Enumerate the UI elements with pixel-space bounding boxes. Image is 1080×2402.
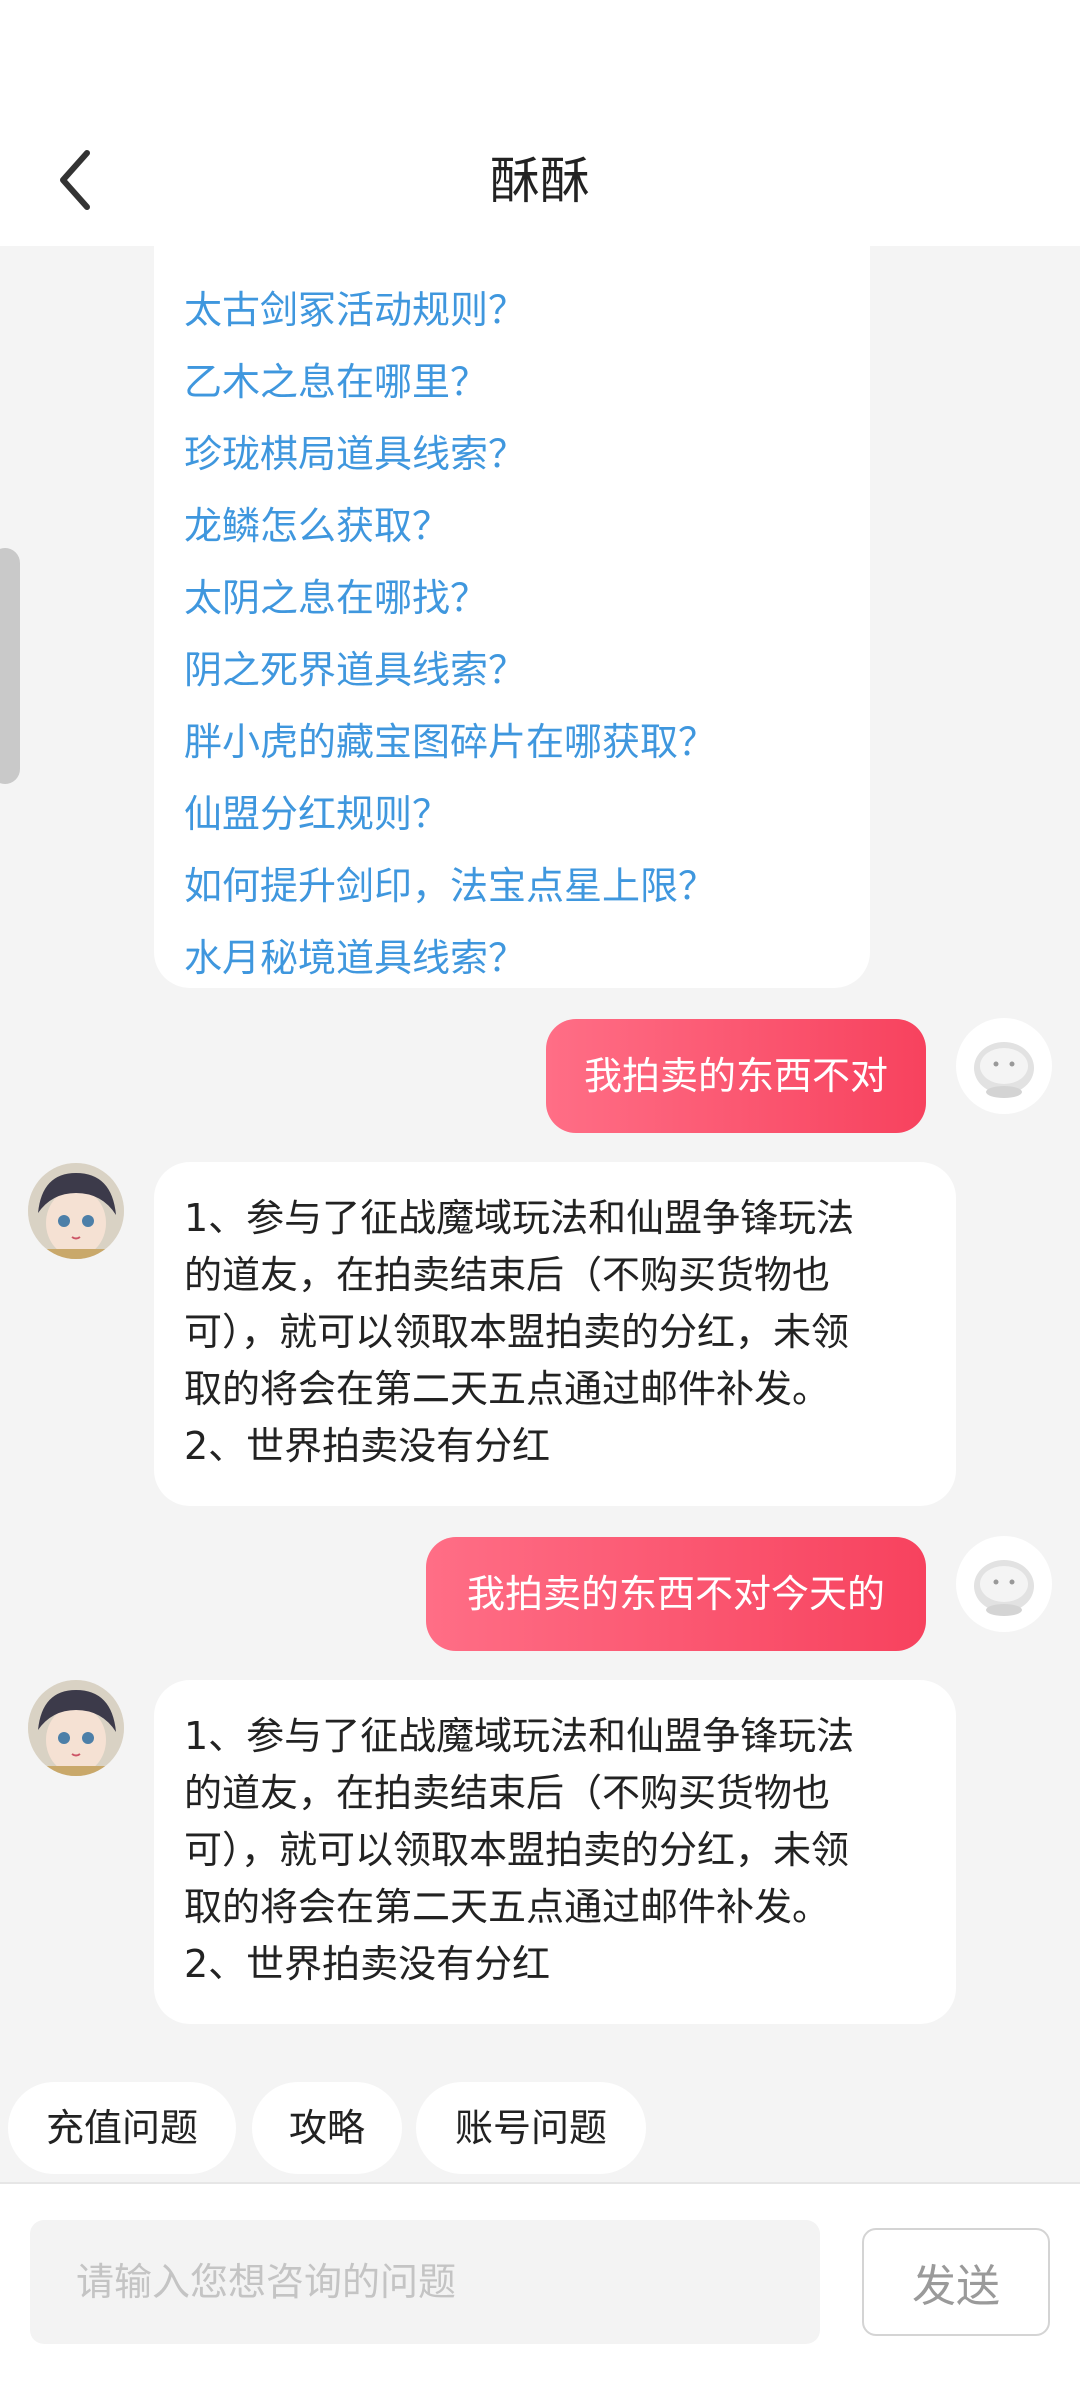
- scroll-indicator[interactable]: [0, 548, 20, 784]
- quick-reply-guide[interactable]: 攻略: [252, 2082, 402, 2174]
- suggested-question-link[interactable]: 阴之死界道具线索？: [184, 642, 526, 698]
- page-title: 酥酥: [490, 152, 590, 210]
- user-message-bubble: 我拍卖的东西不对: [546, 1019, 926, 1133]
- suggested-question-link[interactable]: 珍珑棋局道具线索？: [184, 426, 526, 482]
- bot-message-line: 取的将会在第二天五点通过邮件补发。: [184, 1367, 831, 1411]
- robot-avatar-icon: [974, 1042, 1034, 1098]
- suggested-question-link[interactable]: 龙鳞怎么获取？: [184, 498, 450, 554]
- character-avatar-icon: [28, 1680, 124, 1776]
- bot-message-line: 的道友，在拍卖结束后（不购买货物也: [184, 1771, 831, 1815]
- quick-reply-recharge[interactable]: 充值问题: [8, 2082, 236, 2174]
- bot-message-line: 取的将会在第二天五点通过邮件补发。: [184, 1885, 831, 1929]
- user-avatar[interactable]: [956, 1018, 1052, 1114]
- quick-reply-account[interactable]: 账号问题: [416, 2082, 646, 2174]
- suggested-question-link[interactable]: 如何提升剑印，法宝点星上限？: [184, 858, 716, 914]
- bot-message-line: 2、世界拍卖没有分红: [184, 1942, 551, 1986]
- bot-avatar[interactable]: [28, 1163, 124, 1259]
- suggested-question-link[interactable]: 胖小虎的藏宝图碎片在哪获取？: [184, 714, 716, 770]
- suggested-question-link[interactable]: 乙木之息在哪里？: [184, 354, 488, 410]
- suggested-questions-bubble: 太古剑冢活动规则？ 乙木之息在哪里？ 珍珑棋局道具线索？ 龙鳞怎么获取？ 太阴之…: [154, 246, 870, 988]
- chat-area[interactable]: 太古剑冢活动规则？ 乙木之息在哪里？ 珍珑棋局道具线索？ 龙鳞怎么获取？ 太阴之…: [0, 246, 1080, 2182]
- robot-avatar-icon: [974, 1560, 1034, 1616]
- input-bar: 发送: [0, 2182, 1080, 2402]
- bot-avatar[interactable]: [28, 1680, 124, 1776]
- suggested-question-link[interactable]: 太古剑冢活动规则？: [184, 282, 526, 338]
- bot-message-line: 的道友，在拍卖结束后（不购买货物也: [184, 1253, 831, 1297]
- bot-message-line: 可），就可以领取本盟拍卖的分红，未领: [184, 1310, 850, 1354]
- character-avatar-icon: [28, 1163, 124, 1259]
- bot-message-line: 可），就可以领取本盟拍卖的分红，未领: [184, 1828, 850, 1872]
- bot-message-line: 1、参与了征战魔域玩法和仙盟争锋玩法: [184, 1714, 855, 1758]
- suggested-question-link[interactable]: 仙盟分红规则？: [184, 786, 450, 842]
- suggested-question-link[interactable]: 太阴之息在哪找？: [184, 570, 488, 626]
- bot-message-line: 2、世界拍卖没有分红: [184, 1424, 551, 1468]
- question-input[interactable]: [30, 2220, 820, 2344]
- user-message-bubble: 我拍卖的东西不对今天的: [426, 1537, 926, 1651]
- bot-message-line: 1、参与了征战魔域玩法和仙盟争锋玩法: [184, 1196, 855, 1240]
- quick-reply-bar: 充值问题 攻略 账号问题: [0, 2082, 1080, 2182]
- user-avatar[interactable]: [956, 1536, 1052, 1632]
- send-button[interactable]: 发送: [862, 2228, 1050, 2336]
- suggested-question-link[interactable]: 水月秘境道具线索？: [184, 930, 526, 986]
- bot-message-bubble: 1、参与了征战魔域玩法和仙盟争锋玩法 的道友，在拍卖结束后（不购买货物也 可），…: [154, 1680, 956, 2024]
- app-header: 酥酥: [0, 0, 1080, 246]
- bot-message-bubble: 1、参与了征战魔域玩法和仙盟争锋玩法 的道友，在拍卖结束后（不购买货物也 可），…: [154, 1162, 956, 1506]
